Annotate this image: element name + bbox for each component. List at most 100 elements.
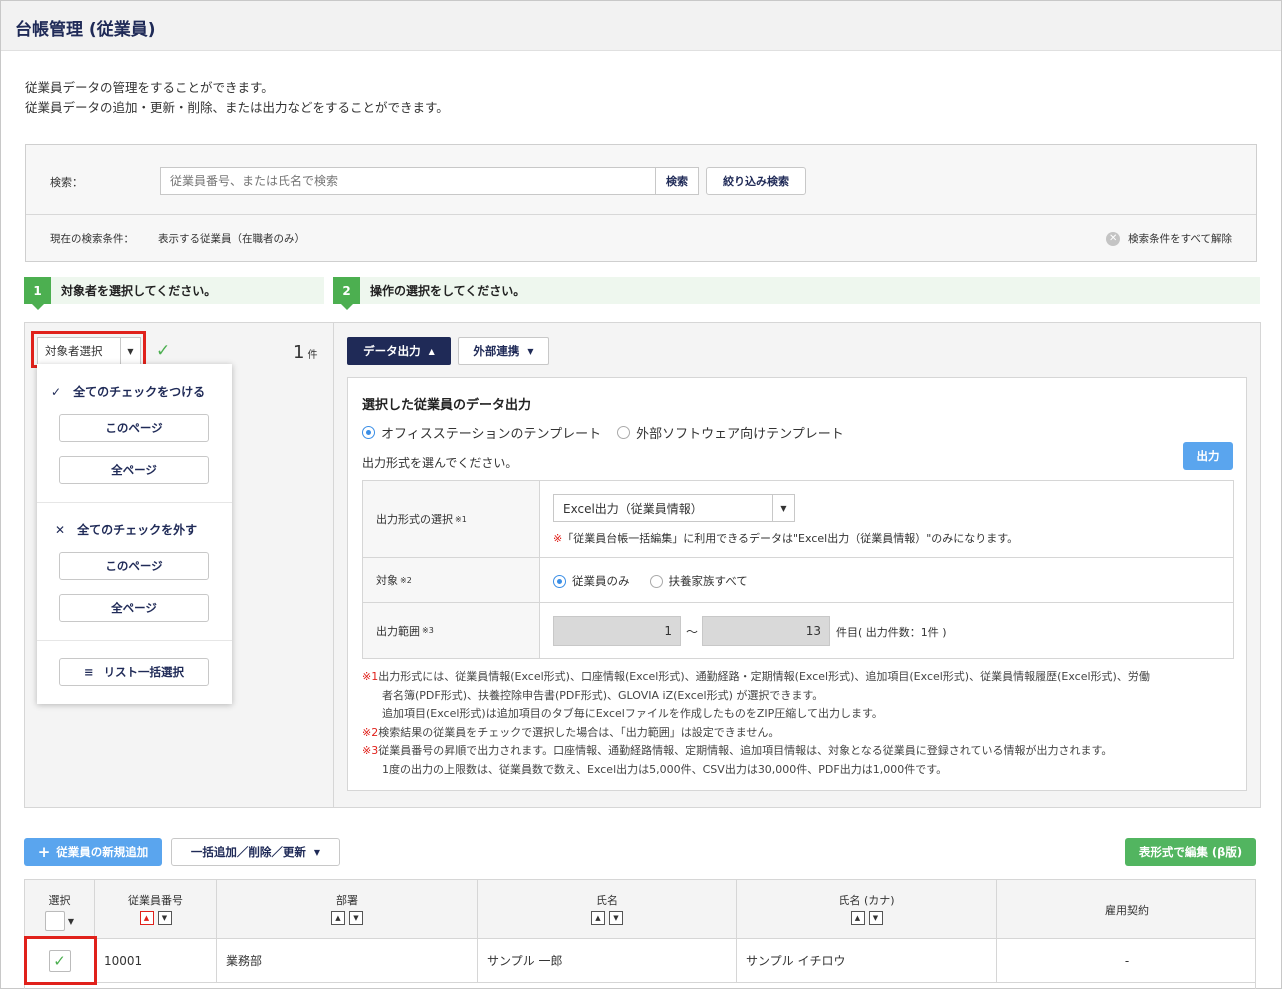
output-notes: ※1出力形式には、従業員情報(Excel形式)、口座情報(Excel形式)、通勤… — [362, 668, 1150, 779]
template-office-radio[interactable] — [362, 426, 375, 439]
select-all-control[interactable]: ▼ — [44, 911, 75, 931]
note-mark: ※1 — [362, 670, 379, 683]
page-title: 台帳管理 (従業員) — [15, 20, 156, 40]
list-bulk-select-label: リスト一括選択 — [103, 665, 185, 679]
selected-count-unit: 件 — [307, 350, 318, 361]
sort-desc-icon[interactable]: ▼ — [868, 911, 883, 925]
employee-table: 選択 ▼ 従業員番号 ▲ ▼ 部署 ▲ ▼ 氏名 ▲ ▼ 氏名 (カナ) ▲ ▼ 雇用契… — [24, 879, 1256, 989]
table-row[interactable]: ✓ 10001 業務部 サンプル 一郎 サンプル イチロウ - — [25, 939, 1255, 983]
external-link-tab[interactable]: 外部連携 ▼ — [458, 337, 549, 365]
range-from-input[interactable]: 1 — [553, 616, 681, 646]
bulk-operation-button[interactable]: 一括追加／削除／更新 ▼ — [171, 838, 340, 866]
menu-divider — [37, 640, 232, 641]
range-label: 出力範囲 ※3 — [363, 603, 540, 658]
external-link-tab-label: 外部連携 — [473, 344, 520, 358]
target-cell: 従業員のみ 扶養家族すべて — [540, 558, 1233, 602]
note-line: 1度の出力の上限数は、従業員数で数え、Excel出力は5,000件、CSV出力は… — [362, 761, 1150, 780]
sort-asc-icon[interactable]: ▲ — [139, 911, 154, 925]
sort-asc-icon[interactable]: ▲ — [591, 911, 605, 925]
cross-icon: ✕ — [55, 522, 66, 537]
add-employee-button[interactable]: + 従業員の新規追加 — [24, 838, 162, 866]
caret-down-icon: ▼ — [67, 916, 75, 926]
target-select-menu: ✓ 全てのチェックをつける このページ 全ページ ✕ 全てのチェックを外す この… — [37, 364, 232, 704]
cell-kana: サンプル イチロウ — [737, 939, 997, 982]
format-label: 出力形式の選択 ※1 — [363, 481, 540, 557]
target-family-radio[interactable] — [649, 574, 663, 588]
grid-edit-button[interactable]: 表形式で編集 (β版) — [1125, 838, 1256, 866]
format-note-mark: ※ — [553, 532, 563, 545]
range-row: 出力範囲 ※3 1 〜 13 件目( 出力件数：1件 ) — [363, 603, 1233, 658]
output-button[interactable]: 出力 — [1183, 442, 1233, 470]
format-note: ※「従業員台帳一括編集」に利用できるデータは"Excel出力（従業員情報）"のみ… — [553, 530, 1018, 546]
check-this-page-button[interactable]: このページ — [59, 414, 209, 442]
format-sup: ※1 — [455, 514, 467, 524]
condition-label: 現在の検索条件： — [50, 233, 134, 245]
sort-asc-icon[interactable]: ▲ — [331, 911, 345, 925]
check-all-label: 全てのチェックをつける — [73, 385, 206, 399]
target-label-text: 対象 — [376, 574, 398, 587]
data-output-tab-label: データ出力 — [363, 344, 421, 358]
format-select[interactable]: Excel出力（従業員情報） ▼ — [553, 494, 795, 522]
search-panel: 検索： 検索 絞り込み検索 現在の検索条件： 表示する従業員（在職者のみ） ✕ … — [25, 144, 1257, 262]
clear-all-conditions[interactable]: ✕ 検索条件をすべて解除 — [1106, 231, 1232, 246]
template-external-radio[interactable] — [617, 426, 631, 439]
clear-icon: ✕ — [1106, 231, 1121, 246]
range-label-text: 出力範囲 — [376, 624, 420, 638]
header-kana: 氏名 (カナ) ▲ ▼ — [737, 880, 997, 938]
caret-up-icon: ▲ — [428, 346, 435, 356]
data-output-tab[interactable]: データ出力 ▲ — [347, 337, 451, 365]
step-2-text: 操作の選択をしてください。 — [370, 284, 526, 298]
note-mark: ※3 — [362, 744, 379, 757]
header-contract-label: 雇用契約 — [1105, 904, 1149, 917]
list-icon: ≡ — [83, 665, 94, 679]
header-select: 選択 ▼ — [25, 880, 95, 938]
search-label: 検索： — [50, 176, 83, 189]
target-sup: ※2 — [400, 575, 412, 585]
check-all-pages-button[interactable]: 全ページ — [59, 456, 209, 484]
header-name-label: 氏名 — [596, 894, 618, 907]
cell-contract: - — [1124, 953, 1130, 968]
note-text: 者名簿(PDF形式)、扶養控除申告書(PDF形式)、GLOVIA iZ(Exce… — [382, 688, 824, 702]
output-hint: 出力形式を選んでください。 — [362, 456, 518, 470]
note-text: 出力形式には、従業員情報(Excel形式)、口座情報(Excel形式)、通勤経路… — [378, 670, 1150, 683]
uncheck-all-header: ✕ 全てのチェックを外す — [55, 521, 197, 538]
note-text: 検索結果の従業員をチェックで選択した場合は、「出力範囲」は設定できません。 — [378, 725, 780, 739]
list-bulk-select-button[interactable]: ≡ リスト一括選択 — [59, 658, 209, 686]
search-input[interactable] — [160, 167, 656, 195]
uncheck-this-page-button[interactable]: このページ — [59, 552, 209, 580]
uncheck-all-pages-button[interactable]: 全ページ — [59, 594, 209, 622]
check-all-header: ✓ 全てのチェックをつける — [51, 383, 205, 400]
note-text: 従業員番号の昇順で出力されます。口座情報、通勤経路情報、定期情報、追加項目情報は… — [378, 744, 1113, 757]
target-family-label: 扶養家族すべて — [668, 574, 748, 588]
menu-divider — [37, 502, 232, 503]
sort-desc-icon[interactable]: ▼ — [157, 911, 172, 925]
header-dept-label: 部署 — [336, 894, 358, 907]
filter-search-button[interactable]: 絞り込み検索 — [706, 167, 806, 195]
target-radio-group: 従業員のみ 扶養家族すべて — [553, 573, 748, 589]
target-only-radio[interactable] — [553, 574, 566, 588]
header-contract: 雇用契約 — [997, 880, 1257, 938]
selected-count: 1件 — [293, 342, 317, 363]
sort-desc-icon[interactable]: ▼ — [349, 911, 363, 925]
step-1: 1 対象者を選択してください。 — [24, 277, 324, 310]
range-to-input[interactable]: 13 — [702, 616, 830, 646]
page-description: 従業員データの管理をすることができます。 従業員データの追加・更新・削除、または… — [25, 78, 449, 118]
note-line: ※1出力形式には、従業員情報(Excel形式)、口座情報(Excel形式)、通勤… — [362, 668, 1150, 687]
uncheck-all-label: 全てのチェックを外す — [77, 523, 198, 537]
step-1-text: 対象者を選択してください。 — [61, 284, 217, 298]
step-2-number: 2 — [333, 277, 360, 310]
note-text: 1度の出力の上限数は、従業員数で数え、Excel出力は5,000件、CSV出力は… — [382, 762, 948, 776]
cell-dept: 業務部 — [217, 939, 478, 982]
sort-desc-icon[interactable]: ▼ — [609, 911, 623, 925]
search-button[interactable]: 検索 — [655, 167, 699, 195]
header-kana-label: 氏名 (カナ) — [838, 894, 895, 907]
header-emp-no-label: 従業員番号 — [128, 894, 183, 907]
title-bar: 台帳管理 (従業員) — [1, 1, 1281, 51]
template-radio-group: オフィスステーションのテンプレート 外部ソフトウェア向けテンプレート — [362, 423, 844, 442]
data-output-box: 選択した従業員のデータ出力 オフィスステーションのテンプレート 外部ソフトウェア… — [347, 377, 1247, 791]
output-heading: 選択した従業員のデータ出力 — [362, 398, 532, 413]
header-dept: 部署 ▲ ▼ — [217, 880, 478, 938]
select-all-checkbox[interactable] — [44, 911, 65, 931]
sort-asc-icon[interactable]: ▲ — [850, 911, 865, 925]
selected-count-value: 1 — [293, 342, 305, 363]
